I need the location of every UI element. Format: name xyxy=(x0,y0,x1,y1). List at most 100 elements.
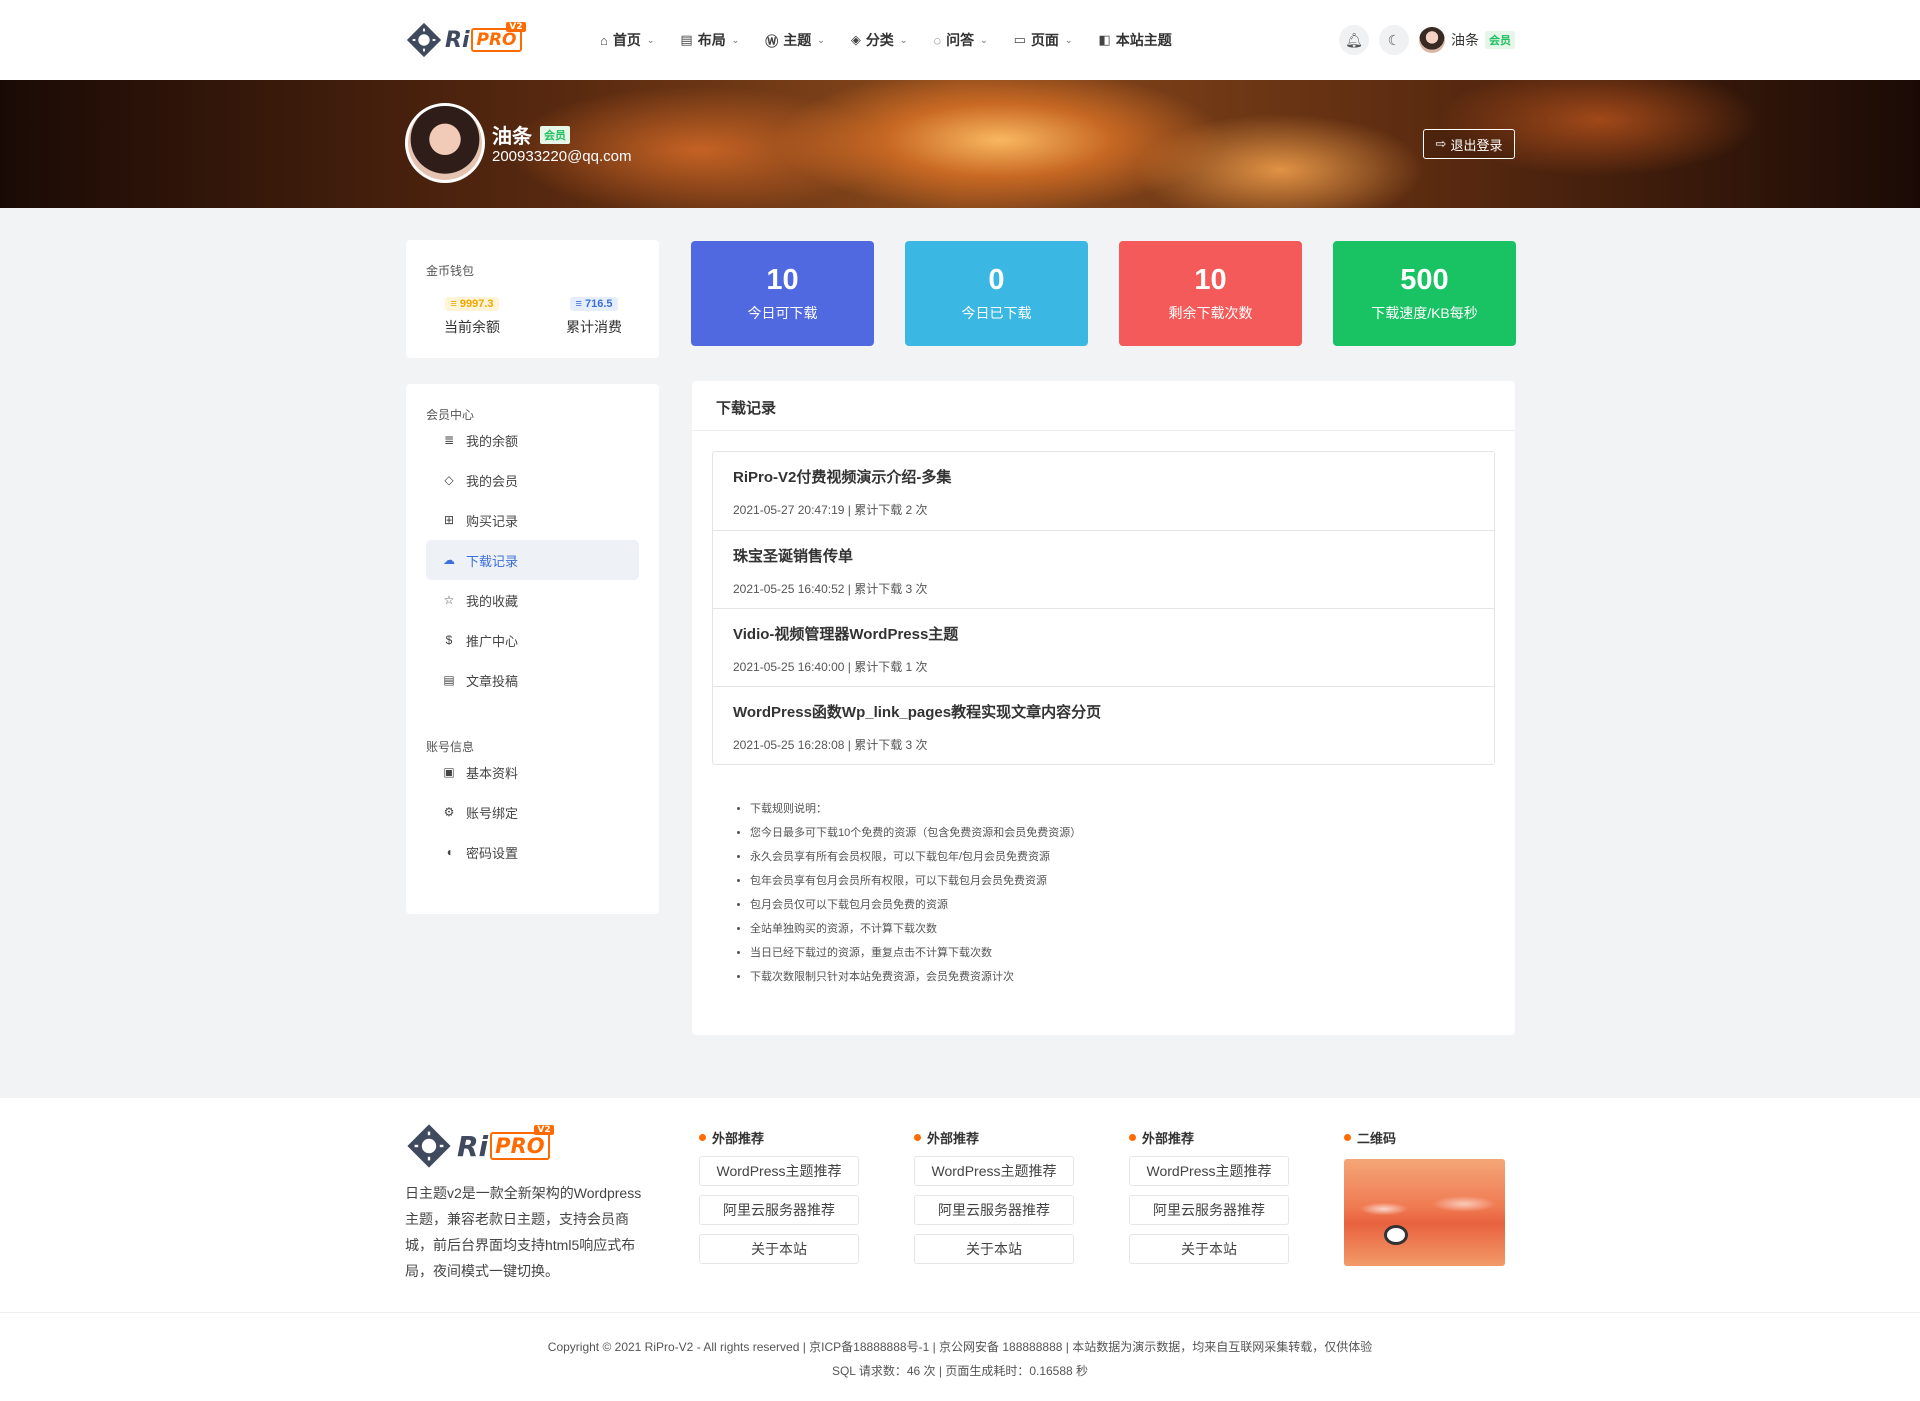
stat-value: 10 xyxy=(766,264,799,296)
footer-link[interactable]: WordPress主题推荐 xyxy=(699,1156,859,1186)
logo-pro-text: PRO V2 xyxy=(471,22,526,52)
site-footer: Ri PRO V2 日主题v2是一款全新架构的Wordpress主题，兼容老款日… xyxy=(0,1098,1920,1401)
logout-button[interactable]: ⇨ 退出登录 xyxy=(1423,129,1515,159)
profile-vip-badge: 会员 xyxy=(540,125,570,144)
stat-card-3: 500 下载速度/KB每秒 xyxy=(1333,241,1516,346)
nav-item-label: 布局 xyxy=(697,32,726,48)
record-row: Vidio-视频管理器WordPress主题 2021-05-25 16:40:0… xyxy=(713,608,1494,686)
account-item-1[interactable]: ⚙ 账号绑定 xyxy=(426,792,639,832)
nav-item-5[interactable]: ▭ 页面 ⌄ xyxy=(1014,30,1073,50)
footer-link[interactable]: 阿里云服务器推荐 xyxy=(1129,1195,1289,1225)
footer-column-0: 外部推荐 WordPress主题推荐 阿里云服务器推荐 关于本站 xyxy=(699,1128,859,1264)
newspaper-icon: ▤ xyxy=(443,673,455,687)
rule-item: 包年会员享有包月会员所有权限，可以下载包月会员免费资源 xyxy=(750,869,1081,893)
footer-column-1: 外部推荐 WordPress主题推荐 阿里云服务器推荐 关于本站 xyxy=(914,1128,1074,1264)
footer-logo-ri: Ri xyxy=(457,1129,489,1163)
wallet-spent: ≡ 716.5 累计消费 xyxy=(560,294,628,337)
logout-icon: ⇨ xyxy=(1435,136,1447,151)
sql-info-text: SQL 请求数：46 次 | 页面生成耗时：0.16588 秒 xyxy=(831,1364,1089,1378)
balance-label: 当前余额 xyxy=(444,319,500,335)
account-item-label: 密码设置 xyxy=(466,845,519,861)
record-title-link[interactable]: 珠宝圣诞销售传单 xyxy=(733,545,1494,566)
sidebar-item-6[interactable]: ▤ 文章投稿 xyxy=(426,660,639,700)
profile-email: 200933220@qq.com xyxy=(492,148,632,165)
hand-coin-icon: $ xyxy=(445,633,453,647)
nav-item-6[interactable]: ◧ 本站主题 xyxy=(1098,30,1171,50)
chevron-down-icon: ⌄ xyxy=(1064,34,1073,45)
chevron-down-icon: ⌄ xyxy=(980,34,988,45)
logo-mark-icon xyxy=(405,21,443,59)
profile-name: 油条 xyxy=(492,126,532,148)
stat-label: 今日可下载 xyxy=(747,305,818,321)
sidebar-item-0[interactable]: ≣ 我的余额 xyxy=(426,420,639,460)
nav-item-0[interactable]: ⌂ 首页 ⌄ xyxy=(600,30,654,50)
main-nav: ⌂ 首页 ⌄ ▤ 布局 ⌄ Ⓦ 主题 ⌄ ◈ 分类 ⌄ ◌ 问答 ⌄ ▭ 页面 ⌄ ◧ 本站主题 xyxy=(600,0,1172,80)
chevron-down-icon: ⌄ xyxy=(817,34,825,45)
stat-card-1: 0 今日已下载 xyxy=(905,241,1088,346)
notification-bell-icon[interactable]: 🔔︎ xyxy=(1339,25,1369,55)
header-avatar xyxy=(1419,27,1445,53)
profile-banner xyxy=(0,80,1920,208)
nav-item-1[interactable]: ▤ 布局 ⌄ xyxy=(680,30,739,50)
bullet-dot-icon xyxy=(1129,1134,1136,1141)
site-logo[interactable]: Ri PRO V2 xyxy=(405,21,526,59)
record-title-link[interactable]: WordPress函数Wp_link_pages教程实现文章内容分页 xyxy=(733,701,1494,722)
stat-label: 今日已下载 xyxy=(961,305,1032,321)
download-rules: 下载规则说明：您今日最多可下载10个免费的资源（包含免费资源和会员免费资源）永久… xyxy=(750,797,1081,989)
sidebar-item-label: 购买记录 xyxy=(466,513,519,529)
nav-item-3[interactable]: ◈ 分类 ⌄ xyxy=(851,30,908,50)
footer-column-title: 外部推荐 xyxy=(927,1131,980,1146)
coins-icon: ≣ xyxy=(443,433,455,447)
footer-link[interactable]: 阿里云服务器推荐 xyxy=(914,1195,1074,1225)
nav-item-2[interactable]: Ⓦ 主题 ⌄ xyxy=(765,30,825,50)
footer-divider xyxy=(0,1312,1920,1313)
file-icon: ▤ xyxy=(680,32,693,47)
record-meta: 2021-05-25 16:40:00 | 累计下载 1 次 xyxy=(733,660,928,674)
footer-logo-mark-icon xyxy=(405,1122,453,1170)
footer-column-title: 外部推荐 xyxy=(712,1131,765,1146)
sidebar-item-3[interactable]: ☁ 下载记录 xyxy=(426,540,639,580)
basket-icon: ⊞ xyxy=(443,513,455,527)
diamond-icon: ◇ xyxy=(444,473,454,487)
sidebar-item-2[interactable]: ⊞ 购买记录 xyxy=(426,500,639,540)
account-item-label: 基本资料 xyxy=(466,765,519,781)
nav-item-label: 本站主题 xyxy=(1115,32,1172,48)
header-user-menu[interactable]: 油条 会员 xyxy=(1419,27,1515,53)
rule-item: 包月会员仅可以下载包月会员免费的资源 xyxy=(750,893,1081,917)
footer-logo-version: V2 xyxy=(534,1125,554,1135)
sidebar-item-1[interactable]: ◇ 我的会员 xyxy=(426,460,639,500)
record-title-link[interactable]: Vidio-视频管理器WordPress主题 xyxy=(733,623,1494,644)
records-title: 下载记录 xyxy=(716,400,777,417)
footer-description: 日主题v2是一款全新架构的Wordpress主题，兼容老款日主题，支持会员商城，… xyxy=(405,1185,642,1279)
copyright-text: Copyright © 2021 RiPro-V2 - All rights r… xyxy=(547,1340,1373,1354)
rule-item: 您今日最多可下载10个免费的资源（包含免费资源和会员免费资源） xyxy=(750,821,1081,845)
account-item-0[interactable]: ▣ 基本资料 xyxy=(426,752,639,792)
account-item-2[interactable]: ◖ 密码设置 xyxy=(426,832,639,872)
footer-logo[interactable]: Ri PRO V2 xyxy=(405,1122,554,1170)
shield-icon: ◖ xyxy=(445,845,453,859)
record-title-link[interactable]: RiPro-V2付费视频演示介绍-多集 xyxy=(733,466,1494,487)
nav-item-label: 问答 xyxy=(946,32,975,48)
footer-link[interactable]: 关于本站 xyxy=(914,1234,1074,1264)
record-meta: 2021-05-25 16:40:52 | 累计下载 3 次 xyxy=(733,582,928,596)
nav-item-label: 首页 xyxy=(612,32,641,48)
nav-item-4[interactable]: ◌ 问答 ⌄ xyxy=(933,30,987,50)
sidebar-item-label: 我的收藏 xyxy=(466,593,519,609)
wordpress-icon: Ⓦ xyxy=(765,33,779,49)
stat-label: 下载速度/KB每秒 xyxy=(1371,305,1478,321)
footer-link[interactable]: 关于本站 xyxy=(1129,1234,1289,1264)
dark-mode-moon-icon[interactable]: ☾ xyxy=(1379,25,1409,55)
record-meta: 2021-05-25 16:28:08 | 累计下载 3 次 xyxy=(733,738,928,752)
footer-link[interactable]: WordPress主题推荐 xyxy=(1129,1156,1289,1186)
qr-title: 二维码 xyxy=(1357,1131,1397,1146)
account-item-label: 账号绑定 xyxy=(466,805,519,821)
header-user-name: 油条 xyxy=(1451,32,1479,48)
footer-link[interactable]: 阿里云服务器推荐 xyxy=(699,1195,859,1225)
window-icon: ▭ xyxy=(1013,32,1026,47)
sidebar-item-4[interactable]: ☆ 我的收藏 xyxy=(426,580,639,620)
footer-link[interactable]: WordPress主题推荐 xyxy=(914,1156,1074,1186)
spent-coin-badge: ≡ 716.5 xyxy=(570,297,618,311)
sidebar-item-5[interactable]: $ 推广中心 xyxy=(426,620,639,660)
site-header: Ri PRO V2 ⌂ 首页 ⌄ ▤ 布局 ⌄ Ⓦ 主题 ⌄ ◈ 分类 ⌄ ◌ 问答 ⌄ ▭ 页面 ⌄ ◧ 本站主题 … xyxy=(0,0,1920,80)
footer-link[interactable]: 关于本站 xyxy=(699,1234,859,1264)
